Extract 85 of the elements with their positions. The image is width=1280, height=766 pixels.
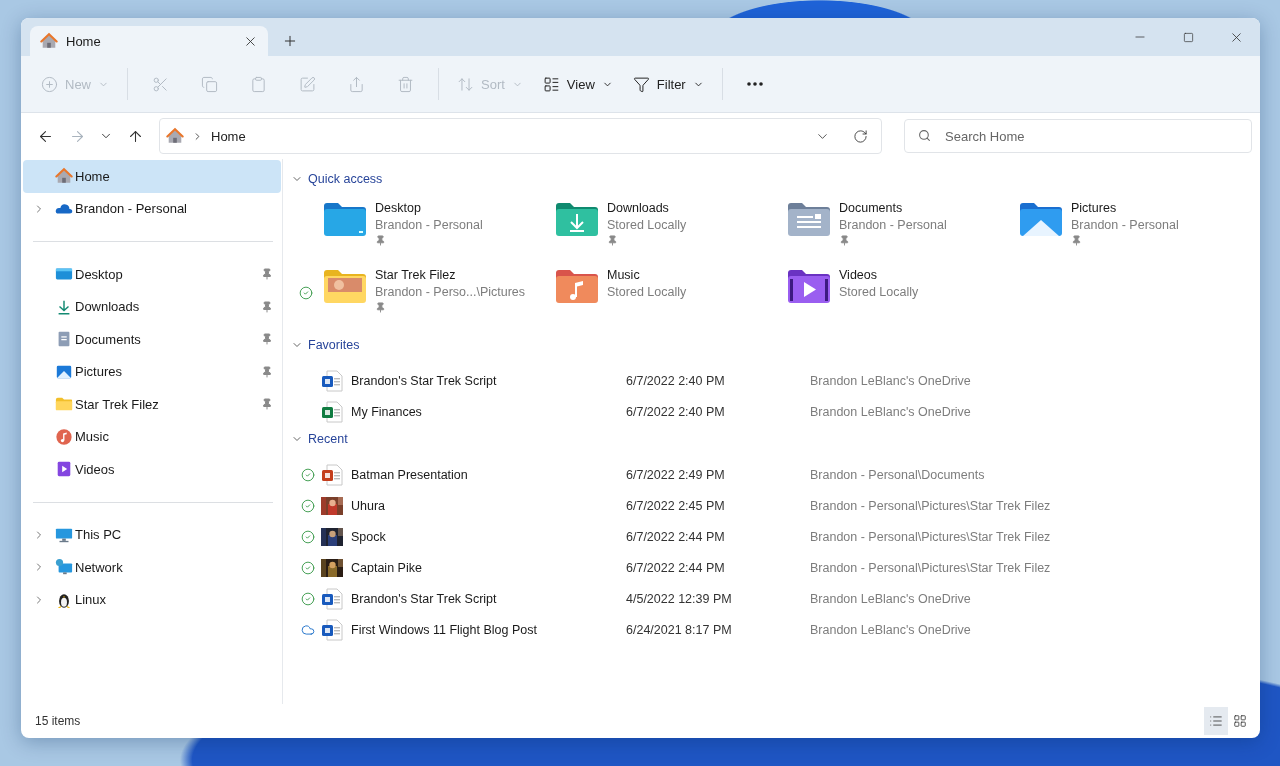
file-location: Brandon - Personal\Pictures\Star Trek Filez	[810, 498, 1051, 513]
folder-location: Stored Locally	[839, 285, 919, 299]
file-date: 6/7/2022 2:45 PM	[626, 498, 726, 513]
folder-location: Brandon - Personal	[375, 218, 483, 232]
maximize-icon	[1182, 31, 1194, 43]
file-date: 6/7/2022 2:44 PM	[626, 560, 726, 575]
folder-location: Stored Locally	[607, 285, 687, 299]
file-name[interactable]: First Windows 11 Flight Blog Post	[351, 622, 626, 637]
sidebar-item[interactable]: Pictures	[23, 355, 281, 388]
folder-name[interactable]: Documents	[839, 201, 947, 215]
photo-folder-icon	[323, 268, 367, 304]
folder-location: Brandon - Personal	[839, 218, 947, 232]
tiles-icon	[1233, 714, 1247, 728]
sidebar-item[interactable]: Brandon - Personal	[23, 192, 281, 225]
section-header[interactable]: Quick access	[291, 169, 383, 189]
downloads-folder-icon	[555, 201, 599, 237]
home-icon	[55, 167, 73, 186]
file-location: Brandon - Personal\Pictures\Star Trek Filez	[810, 529, 1051, 544]
music-icon	[55, 427, 73, 446]
file-name[interactable]: Spock	[351, 529, 626, 544]
file-name[interactable]: Captain Pike	[351, 560, 626, 575]
file-date: 6/7/2022 2:44 PM	[626, 529, 726, 544]
file-location: Brandon LeBlanc's OneDrive	[810, 404, 971, 419]
pictures-folder-icon	[1019, 201, 1063, 237]
sidebar-item[interactable]: Videos	[23, 453, 281, 486]
tab[interactable]: Home	[30, 26, 268, 56]
file-date: 6/7/2022 2:40 PM	[626, 404, 726, 419]
sidebar-item[interactable]: Documents	[23, 323, 281, 356]
file-location: Brandon - Personal\Pictures\Star Trek Filez	[810, 560, 1051, 575]
file-location: Brandon - Personal\Documents	[810, 467, 985, 482]
breadcrumb[interactable]: Home	[211, 128, 246, 144]
sidebar-item[interactable]: Network	[23, 551, 281, 584]
music-folder-icon	[555, 268, 599, 304]
folder-name[interactable]: Star Trek Filez	[375, 268, 526, 282]
folder-name[interactable]: Videos	[839, 268, 919, 282]
address-bar[interactable]: Home	[159, 118, 882, 154]
file-location: Brandon LeBlanc's OneDrive	[810, 591, 971, 606]
file-date: 6/24/2021 8:17 PM	[626, 622, 733, 637]
view-button[interactable]: View	[534, 66, 621, 102]
folder-name[interactable]: Downloads	[607, 201, 687, 215]
folder-name[interactable]: Music	[607, 268, 687, 282]
folder-name[interactable]: Pictures	[1071, 201, 1179, 215]
section-header[interactable]: Favorites	[291, 335, 360, 355]
file-name[interactable]: My Finances	[351, 404, 626, 419]
sidebar-item[interactable]: Home	[23, 160, 281, 193]
file-location: Brandon LeBlanc's OneDrive	[810, 373, 971, 388]
filter-button[interactable]: Filter	[624, 66, 712, 102]
file-name[interactable]: Brandon's Star Trek Script	[351, 591, 626, 606]
search-field[interactable]: Search Home	[904, 119, 1252, 153]
section-header[interactable]: Recent	[291, 429, 348, 449]
sidebar-item[interactable]: Desktop	[23, 258, 281, 291]
network-icon	[55, 558, 73, 577]
search-icon	[918, 129, 931, 142]
word-document-icon	[321, 618, 343, 641]
home-icon	[40, 32, 58, 50]
videos-folder-icon	[787, 268, 831, 304]
folder-name[interactable]: Desktop	[375, 201, 483, 215]
folder-location: Brandon - Perso...\Pictures	[375, 285, 526, 299]
sidebar-item[interactable]: Music	[23, 420, 281, 453]
file-name[interactable]: Brandon's Star Trek Script	[351, 373, 626, 388]
plus-icon	[282, 33, 298, 49]
video-icon	[55, 460, 73, 479]
word-document-icon	[321, 369, 343, 392]
file-name[interactable]: Batman Presentation	[351, 467, 626, 482]
documents-folder-icon	[787, 201, 831, 237]
excel-document-icon	[321, 400, 343, 423]
item-count: 15 items	[35, 714, 82, 728]
file-location: Brandon LeBlanc's OneDrive	[810, 622, 971, 637]
desktop-folder-icon	[323, 201, 367, 237]
file-date: 4/5/2022 12:39 PM	[626, 591, 733, 606]
sidebar-item[interactable]: Star Trek Filez	[23, 388, 281, 421]
file-date: 6/7/2022 2:49 PM	[626, 467, 726, 482]
list-icon	[1209, 714, 1223, 728]
folder-location: Stored Locally	[607, 218, 687, 232]
refresh-icon	[852, 128, 868, 144]
powerpoint-document-icon	[321, 463, 343, 486]
sidebar-item[interactable]: This PC	[23, 518, 281, 551]
sidebar-item[interactable]: Downloads	[23, 290, 281, 323]
home-icon	[166, 127, 184, 145]
word-document-icon	[321, 587, 343, 610]
details-view-button[interactable]	[1204, 707, 1228, 735]
file-name[interactable]: Uhura	[351, 498, 626, 513]
sidebar-item[interactable]: Linux	[23, 583, 281, 616]
file-date: 6/7/2022 2:40 PM	[626, 373, 726, 388]
folder-location: Brandon - Personal	[1071, 218, 1179, 232]
